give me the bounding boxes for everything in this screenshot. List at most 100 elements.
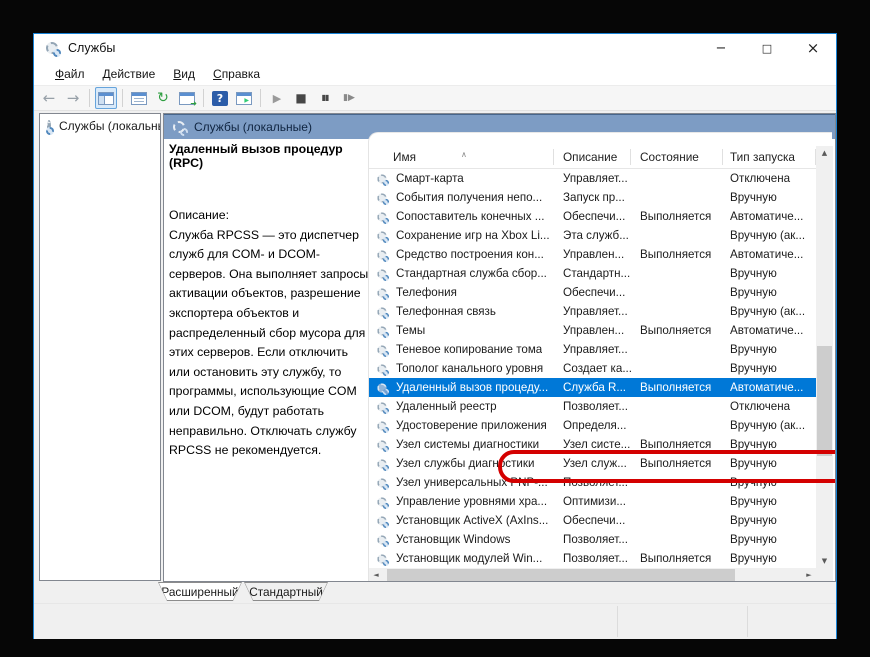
service-name: Узел универсальных PNP-...	[396, 473, 548, 492]
service-row[interactable]: Теневое копирование томаУправляет...Вруч…	[369, 340, 816, 359]
tab-extended[interactable]: Расширенный	[158, 582, 242, 601]
tab-label: Расширенный	[159, 583, 241, 600]
service-row[interactable]: Управление уровнями хра...Оптимизи...Вру…	[369, 492, 816, 511]
service-description: Управляет...	[554, 169, 631, 188]
service-status: Выполняется	[631, 435, 723, 454]
service-startup-type: Отключена	[723, 169, 816, 188]
vertical-scroll-thumb[interactable]	[817, 346, 832, 456]
service-gear-icon	[377, 516, 386, 525]
restart-service-button[interactable]: ▮▶	[338, 87, 360, 109]
service-status	[631, 397, 723, 416]
refresh-button-icon: ↻	[157, 91, 169, 105]
forward-button[interactable]: →	[62, 87, 84, 109]
stop-service-button[interactable]: ■	[290, 87, 312, 109]
service-name: Телефонная связь	[396, 302, 496, 321]
scroll-left-icon[interactable]: ◄	[369, 568, 383, 582]
tree-item-services-root[interactable]: Службы (локальные)	[40, 114, 160, 133]
service-status	[631, 530, 723, 549]
horizontal-scroll-thumb[interactable]	[387, 569, 735, 582]
service-row[interactable]: Узел системы диагностикиУзел систе...Вып…	[369, 435, 816, 454]
taskpad-title: Службы (локальные)	[194, 120, 312, 134]
service-description: Позволяет...	[554, 397, 631, 416]
service-row[interactable]: Удаленный реестрПозволяет...Отключена	[369, 397, 816, 416]
service-startup-type: Вручную	[723, 549, 816, 568]
service-description: Управлен...	[554, 245, 631, 264]
service-gear-icon	[377, 440, 386, 449]
service-gear-icon	[377, 497, 386, 506]
scroll-down-icon[interactable]: ▼	[816, 554, 833, 568]
service-status: Выполняется	[631, 549, 723, 568]
service-status: Выполняется	[631, 321, 723, 340]
service-row-selected[interactable]: Удаленный вызов процеду...Служба R...Вып…	[369, 378, 816, 397]
title-bar[interactable]: Службы − □ ×	[34, 34, 836, 63]
menu-item[interactable]: Вид	[164, 65, 204, 84]
menu-bar: ФайлДействиеВидСправка	[34, 63, 836, 85]
column-header-3[interactable]: Тип запуска	[723, 146, 816, 168]
service-row[interactable]: Узел универсальных PNP-...Позволяет...Вр…	[369, 473, 816, 492]
service-row[interactable]: ТелефонияОбеспечи...Вручную	[369, 283, 816, 302]
column-header-0[interactable]: Имя∧	[369, 146, 554, 168]
service-row[interactable]: Установщик модулей Win...Позволяет...Вып…	[369, 549, 816, 568]
service-gear-icon	[377, 421, 386, 430]
service-description: Управлен...	[554, 321, 631, 340]
service-startup-type: Вручную (ак...	[723, 416, 816, 435]
service-row[interactable]: События получения непо...Запуск пр...Вру…	[369, 188, 816, 207]
service-startup-type: Вручную	[723, 188, 816, 207]
scroll-up-icon[interactable]: ▲	[816, 146, 833, 160]
maximize-button[interactable]: □	[744, 34, 790, 63]
service-description: Создает ка...	[554, 359, 631, 378]
service-row[interactable]: Средство построения кон...Управлен...Вып…	[369, 245, 816, 264]
tab-standard[interactable]: Стандартный	[244, 582, 328, 601]
window-title: Службы	[68, 41, 115, 55]
service-row[interactable]: Смарт-картаУправляет...Отключена	[369, 169, 816, 188]
service-description: Позволяет...	[554, 530, 631, 549]
service-row[interactable]: Сопоставитель конечных ...Обеспечи...Вып…	[369, 207, 816, 226]
service-startup-type: Вручную	[723, 492, 816, 511]
service-row[interactable]: Стандартная служба сбор...Стандартн...Вр…	[369, 264, 816, 283]
service-row[interactable]: Тополог канального уровняСоздает ка...Вр…	[369, 359, 816, 378]
forward-button-icon: →	[67, 91, 80, 106]
service-name: Установщик ActiveX (AxIns...	[396, 511, 548, 530]
service-name: Телефония	[396, 283, 457, 302]
service-row[interactable]: Телефонная связьУправляет...Вручную (ак.…	[369, 302, 816, 321]
service-row[interactable]: Сохранение игр на Xbox Li...Эта служб...…	[369, 226, 816, 245]
menu-item[interactable]: Файл	[46, 65, 94, 84]
service-row[interactable]: Удостоверение приложенияОпределя...Вручн…	[369, 416, 816, 435]
service-description: Обеспечи...	[554, 207, 631, 226]
scroll-right-icon[interactable]: ►	[802, 568, 816, 582]
service-description: Запуск пр...	[554, 188, 631, 207]
action-pane-toggle[interactable]	[233, 87, 255, 109]
description-label: Описание:	[169, 206, 367, 226]
export-list-button[interactable]	[176, 87, 198, 109]
list-rows: Смарт-картаУправляет...ОтключенаСобытия …	[369, 169, 816, 568]
service-row[interactable]: Установщик WindowsПозволяет...Вручную	[369, 530, 816, 549]
horizontal-scrollbar[interactable]: ◄ ►	[369, 568, 816, 582]
toolbar-separator	[89, 89, 90, 107]
export-list-button-icon	[179, 92, 195, 105]
column-header-2[interactable]: Состояние	[631, 146, 723, 168]
service-row[interactable]: ТемыУправлен...ВыполняетсяАвтоматиче...	[369, 321, 816, 340]
console-tree-panel: Службы (локальные)	[39, 113, 161, 581]
scrollbar-corner	[816, 568, 833, 582]
menu-item[interactable]: Справка	[204, 65, 269, 84]
column-header-1[interactable]: Описание	[554, 146, 631, 168]
service-gear-icon	[377, 307, 386, 316]
service-status: Выполняется	[631, 207, 723, 226]
start-service-button[interactable]: ▶	[266, 87, 288, 109]
close-button[interactable]: ×	[790, 34, 836, 63]
service-status	[631, 416, 723, 435]
help-button[interactable]: ?	[209, 87, 231, 109]
service-row[interactable]: Узел службы диагностикиУзел служ...Выпол…	[369, 454, 816, 473]
vertical-scrollbar[interactable]: ▲ ▼	[816, 146, 833, 568]
menu-item[interactable]: Действие	[94, 65, 165, 84]
properties-button[interactable]	[128, 87, 150, 109]
refresh-button[interactable]: ↻	[152, 87, 174, 109]
back-button[interactable]: ←	[38, 87, 60, 109]
service-row[interactable]: Установщик ActiveX (AxIns...Обеспечи...В…	[369, 511, 816, 530]
console-tree-toggle[interactable]	[95, 87, 117, 109]
service-gear-icon	[377, 250, 386, 259]
view-tabs: РасширенныйСтандартный	[34, 582, 836, 603]
pause-service-button[interactable]: ▮▮	[314, 87, 336, 109]
minimize-button[interactable]: −	[698, 34, 744, 63]
service-name: Удаленный вызов процеду...	[396, 378, 548, 397]
